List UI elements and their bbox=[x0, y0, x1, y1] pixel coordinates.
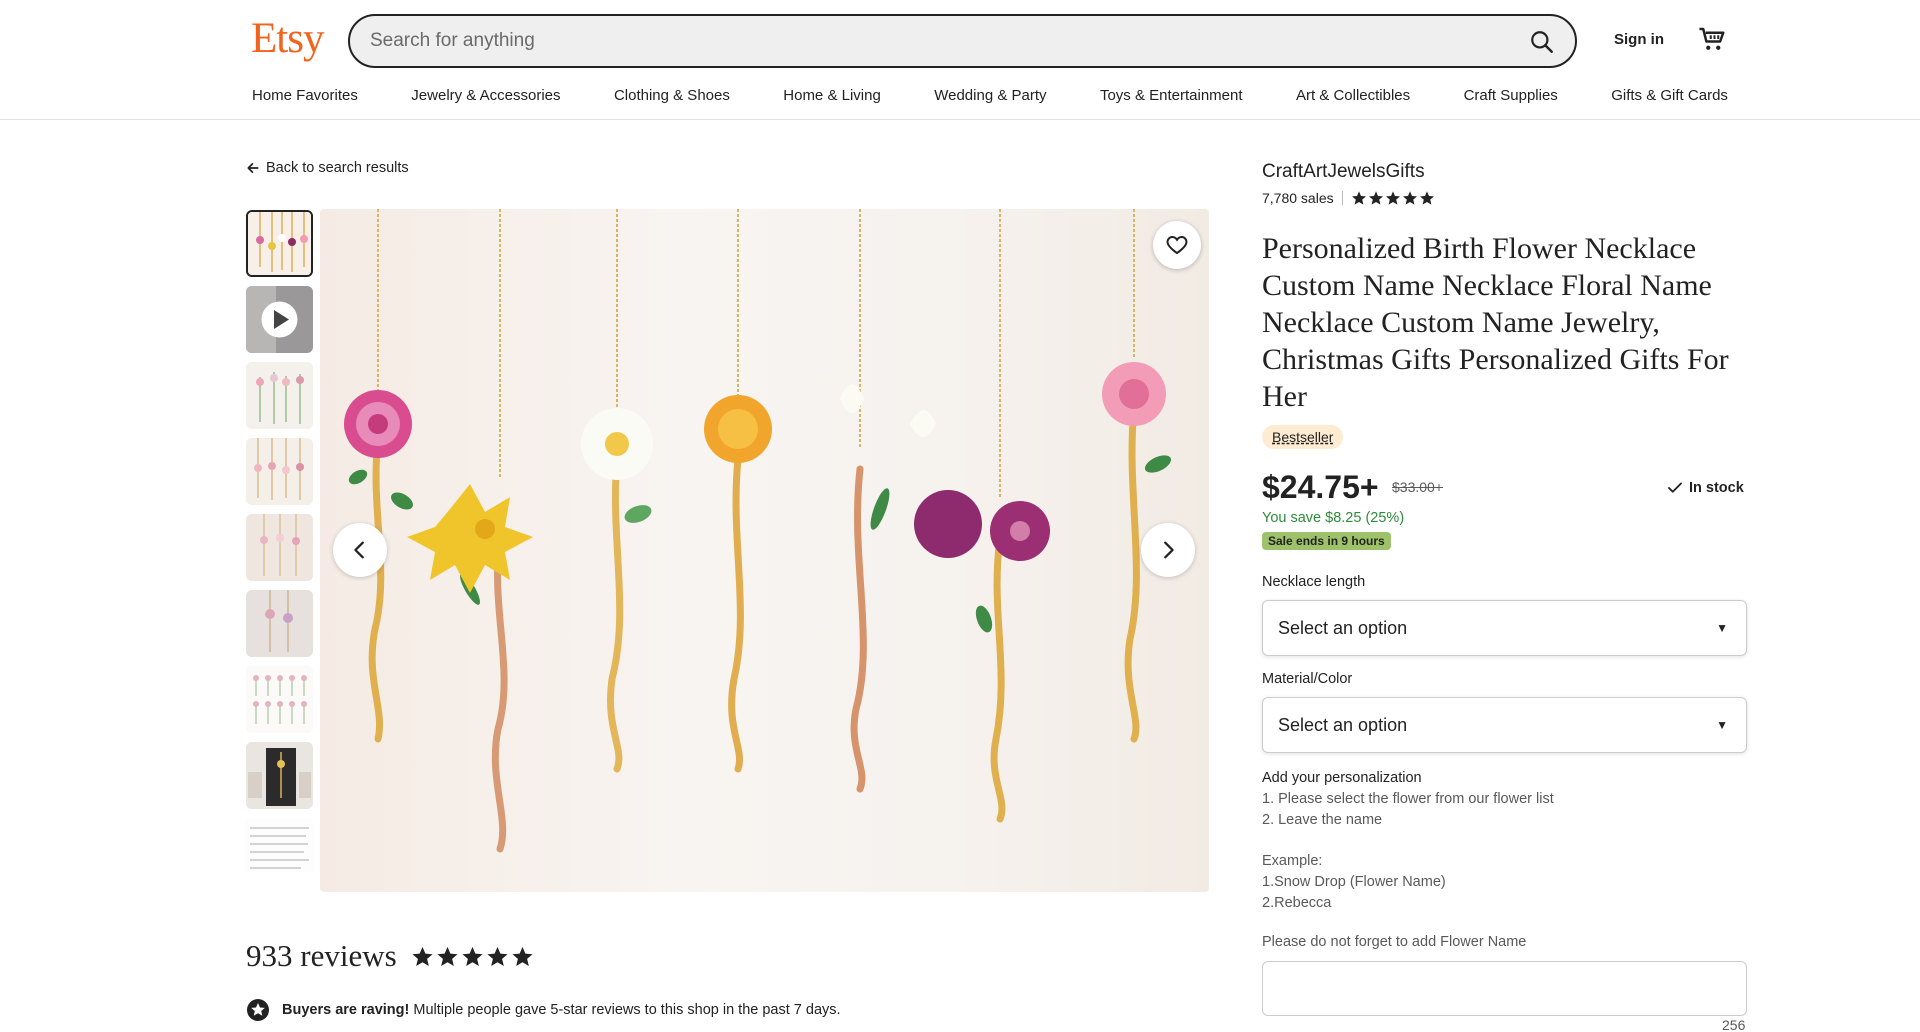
stock-label: In stock bbox=[1689, 480, 1744, 496]
thumbnail[interactable] bbox=[246, 818, 313, 872]
thumbnail[interactable] bbox=[246, 742, 313, 809]
product-image[interactable] bbox=[320, 209, 1209, 892]
material-color-select[interactable]: Select an option ▼ bbox=[1262, 697, 1747, 753]
personalization-instructions: Add your personalization 1. Please selec… bbox=[1262, 768, 1752, 914]
caret-down-icon: ▼ bbox=[1716, 718, 1728, 732]
category-link[interactable]: Home Favorites bbox=[252, 87, 358, 104]
instruction-line: 1. Please select the flower from our flo… bbox=[1262, 791, 1554, 807]
necklace-length-select[interactable]: Select an option ▼ bbox=[1262, 600, 1747, 656]
chevron-left-icon bbox=[354, 541, 364, 559]
category-link[interactable]: Toys & Entertainment bbox=[1100, 87, 1243, 104]
search-bar[interactable] bbox=[348, 14, 1577, 68]
header-divider bbox=[0, 119, 1920, 120]
star-icon bbox=[512, 946, 533, 966]
caret-down-icon: ▼ bbox=[1716, 621, 1728, 635]
category-link[interactable]: Home & Living bbox=[783, 87, 881, 104]
cart-icon bbox=[1699, 27, 1725, 50]
star-icon bbox=[1368, 191, 1383, 205]
sales-count: 7,780 sales bbox=[1262, 190, 1334, 206]
instruction-line: 2. Leave the name bbox=[1262, 812, 1383, 828]
shop-rating-stars[interactable] bbox=[1351, 190, 1435, 206]
example-line: 1.Snow Drop (Flower Name) bbox=[1262, 874, 1446, 890]
favorite-button[interactable] bbox=[1153, 221, 1201, 269]
personalization-textarea[interactable] bbox=[1262, 961, 1747, 1016]
reviews-heading: 933 reviews bbox=[246, 938, 534, 974]
select-value: Select an option bbox=[1278, 715, 1408, 735]
category-link[interactable]: Jewelry & Accessories bbox=[411, 87, 560, 104]
next-image-button[interactable] bbox=[1141, 523, 1195, 577]
star-icon bbox=[412, 946, 433, 966]
buyers-raving-notice: Buyers are raving! Multiple people gave … bbox=[246, 998, 841, 1022]
divider bbox=[1341, 191, 1343, 205]
thumbnail[interactable] bbox=[246, 362, 313, 429]
thumbnail[interactable] bbox=[246, 210, 313, 277]
search-button[interactable] bbox=[1523, 23, 1561, 61]
personalization-heading: Add your personalization bbox=[1262, 770, 1422, 786]
raving-bold: Buyers are raving! bbox=[282, 1002, 410, 1018]
search-input[interactable] bbox=[370, 16, 1510, 66]
chevron-right-icon bbox=[1164, 541, 1174, 559]
star-icon bbox=[1419, 191, 1434, 205]
category-link[interactable]: Gifts & Gift Cards bbox=[1611, 87, 1728, 104]
sign-in-link[interactable]: Sign in bbox=[1614, 31, 1664, 48]
star-icon bbox=[1402, 191, 1417, 205]
category-link[interactable]: Craft Supplies bbox=[1464, 87, 1558, 104]
category-link[interactable]: Clothing & Shoes bbox=[614, 87, 730, 104]
star-icon bbox=[437, 946, 458, 966]
star-icon bbox=[1351, 191, 1366, 205]
sale-badge: Sale ends in 9 hours bbox=[1262, 532, 1391, 550]
thumbnail[interactable] bbox=[246, 666, 313, 733]
original-price: $33.00+ bbox=[1392, 479, 1443, 495]
category-nav: Home Favorites Jewelry & Accessories Clo… bbox=[252, 87, 1728, 104]
back-link-label: Back to search results bbox=[266, 160, 409, 176]
thumbnail[interactable] bbox=[246, 438, 313, 505]
shop-stats: 7,780 sales bbox=[1262, 190, 1435, 206]
product-title: Personalized Birth Flower Necklace Custo… bbox=[1262, 232, 1729, 413]
select-value: Select an option bbox=[1278, 618, 1408, 638]
arrow-left-icon bbox=[247, 163, 259, 173]
price: $24.75+ bbox=[1262, 469, 1379, 505]
shop-name-link[interactable]: CraftArtJewelsGifts bbox=[1262, 161, 1425, 183]
category-link[interactable]: Art & Collectibles bbox=[1296, 87, 1410, 104]
raving-text: Multiple people gave 5-star reviews to t… bbox=[413, 1002, 841, 1018]
character-counter: 256 bbox=[1722, 1017, 1746, 1032]
checkmark-icon bbox=[1668, 482, 1682, 493]
thumbnail[interactable] bbox=[246, 514, 313, 581]
search-icon bbox=[1531, 31, 1553, 53]
category-link[interactable]: Wedding & Party bbox=[934, 87, 1046, 104]
material-color-label: Material/Color bbox=[1262, 671, 1353, 687]
star-icon bbox=[462, 946, 483, 966]
heart-icon bbox=[1166, 235, 1188, 255]
back-link[interactable]: Back to search results bbox=[246, 160, 409, 176]
stock-status: In stock bbox=[1666, 479, 1744, 497]
example-line: 2.Rebecca bbox=[1262, 895, 1332, 911]
thumbnail[interactable] bbox=[246, 590, 313, 657]
cart-button[interactable] bbox=[1697, 24, 1727, 54]
star-icon bbox=[1385, 191, 1400, 205]
etsy-logo[interactable]: Etsy bbox=[251, 14, 324, 63]
reviews-rating-stars bbox=[411, 945, 534, 968]
thumbnail-strip bbox=[246, 210, 313, 881]
personalization-note: Please do not forget to add Flower Name bbox=[1262, 934, 1527, 950]
reviews-count: 933 reviews bbox=[246, 938, 397, 973]
necklace-length-label: Necklace length bbox=[1262, 574, 1366, 590]
video-thumbnail[interactable] bbox=[246, 286, 313, 353]
savings-text: You save $8.25 (25%) bbox=[1262, 510, 1405, 526]
bestseller-badge[interactable]: Bestseller bbox=[1262, 425, 1344, 449]
example-heading: Example: bbox=[1262, 853, 1323, 869]
star-icon bbox=[487, 946, 508, 966]
previous-image-button[interactable] bbox=[333, 523, 387, 577]
star-badge-icon bbox=[247, 999, 269, 1021]
